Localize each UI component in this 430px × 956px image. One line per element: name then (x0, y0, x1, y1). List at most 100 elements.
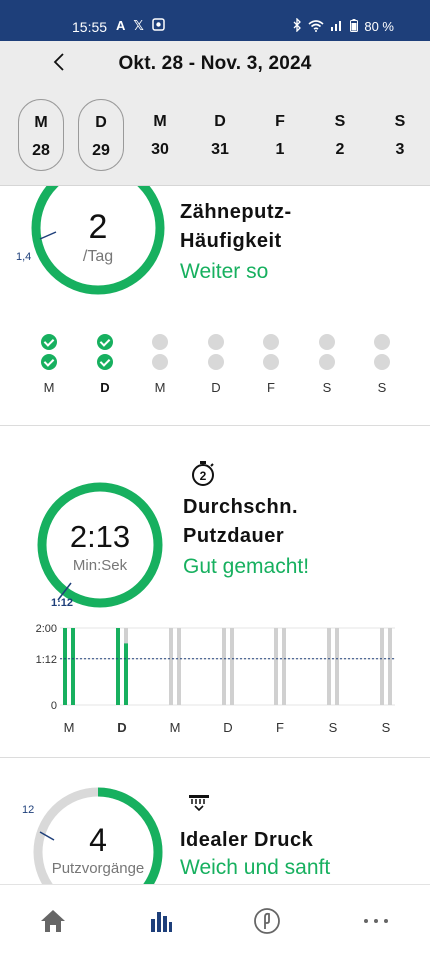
x-axis-tick-label: D (117, 720, 126, 735)
frequency-day-column (150, 334, 170, 374)
session-empty-dot (374, 354, 390, 370)
gallery-icon (152, 18, 165, 34)
day-number: 28 (32, 142, 50, 159)
day-mon[interactable]: M 28 (18, 99, 64, 171)
frequency-target-label: 1,4 (16, 251, 32, 263)
duration-card[interactable]: 2 2:13 Min:Sek 1:12 Durchschn. Putzdauer… (0, 427, 430, 758)
brush-head-icon (254, 908, 280, 934)
duration-bar-bg (388, 628, 392, 705)
home-icon (41, 910, 65, 932)
day-sat[interactable]: S 2 (317, 99, 363, 171)
stats-scroll-area[interactable]: 2 /Tag 1,4 Zähneputz- Häufigkeit Weiter … (0, 186, 430, 884)
duration-bar-bg (274, 628, 278, 705)
system-icons: 80 % (292, 17, 394, 35)
session-empty-dot (208, 354, 224, 370)
session-empty-dot (374, 334, 390, 350)
duration-title: Durchschn. Putzdauer (183, 493, 298, 551)
pressure-unit: Putzvorgänge (51, 860, 145, 877)
pressure-title: Idealer Druck (180, 829, 314, 851)
session-done-dot (97, 354, 113, 370)
nav-brush-head[interactable] (247, 903, 287, 939)
day-letter: F (275, 113, 285, 130)
day-number: 1 (275, 141, 285, 158)
session-done-dot (97, 334, 113, 350)
duration-bar-bg (335, 628, 339, 705)
x-axis-tick-label: M (64, 720, 75, 735)
brush-pressure-icon (189, 795, 209, 812)
nav-more[interactable] (356, 903, 396, 939)
session-empty-dot (263, 354, 279, 370)
duration-bar (63, 628, 67, 705)
y-axis-tick-label: 1:12 (36, 654, 57, 666)
day-letter: M (153, 113, 167, 130)
session-empty-dot (208, 334, 224, 350)
day-wed[interactable]: M 30 (137, 99, 183, 171)
frequency-value: 2 (88, 208, 108, 246)
duration-bar (124, 643, 128, 705)
duration-target-label: 1:12 (51, 597, 74, 609)
day-number: 2 (335, 141, 345, 158)
duration-bar (116, 628, 120, 705)
battery-percent: 80 % (364, 19, 394, 34)
session-empty-dot (152, 334, 168, 350)
frequency-day-label: M (43, 380, 55, 395)
duration-bar-bg (282, 628, 286, 705)
pressure-card[interactable]: 12 4 Putzvorgänge Idealer Druck Weich un… (0, 758, 430, 884)
frequency-day-column (39, 334, 59, 374)
frequency-day-column (372, 334, 392, 374)
duration-bar-bg (327, 628, 331, 705)
signal-icon (330, 19, 344, 34)
frequency-day-label: S (322, 380, 332, 395)
duration-title-line2: Putzdauer (183, 525, 285, 547)
day-number: 31 (211, 141, 229, 158)
frequency-title-line2: Häufigkeit (180, 230, 282, 252)
day-letter: S (334, 113, 346, 130)
frequency-day-label: D (100, 380, 110, 395)
day-letter: M (34, 114, 48, 131)
font-icon: A (116, 18, 126, 33)
pressure-status: Weich und sanft (180, 856, 331, 879)
pressure-target-label: 12 (22, 804, 35, 816)
session-empty-dot (152, 354, 168, 370)
y-axis-tick-label: 0 (51, 700, 57, 712)
day-fri[interactable]: F 1 (257, 99, 303, 171)
x-axis-tick-label: M (170, 720, 181, 735)
notification-icons: A 𝕏 (116, 18, 165, 34)
frequency-status: Weiter so (180, 260, 269, 283)
frequency-card[interactable]: 2 /Tag 1,4 Zähneputz- Häufigkeit Weiter … (0, 186, 430, 426)
duration-bar-bg (177, 628, 181, 705)
frequency-day-label: S (377, 380, 387, 395)
x-icon: 𝕏 (133, 18, 144, 33)
svg-text:2: 2 (200, 469, 207, 483)
session-empty-dot (263, 334, 279, 350)
more-icon (364, 919, 388, 923)
day-selector: M 28 D 29 M 30 D 31 F 1 S 2 S 3 (0, 99, 430, 171)
frequency-title-line1: Zähneputz- (180, 201, 292, 223)
day-thu[interactable]: D 31 (197, 99, 243, 171)
frequency-day-column (261, 334, 281, 374)
day-letter: D (214, 113, 226, 130)
duration-value: 2:13 (69, 519, 131, 554)
frequency-day-column (95, 334, 115, 374)
duration-bar-chart: 2:001:120M D M D F S S (36, 623, 395, 735)
day-sun[interactable]: S 3 (377, 99, 423, 171)
nav-stats[interactable] (141, 903, 181, 939)
x-axis-tick-label: S (382, 720, 391, 735)
frequency-unit: /Tag (82, 248, 114, 265)
frequency-day-column (317, 334, 337, 374)
status-bar: 15:55 A 𝕏 80 % (0, 0, 430, 41)
day-tue[interactable]: D 29 (78, 99, 124, 171)
duration-title-line1: Durchschn. (183, 496, 299, 518)
date-range-title: Okt. 28 - Nov. 3, 2024 (118, 53, 312, 74)
duration-unit: Min:Sek (72, 557, 128, 574)
session-done-dot (41, 354, 57, 370)
session-done-dot (41, 334, 57, 350)
frequency-day-label: F (267, 380, 275, 395)
y-axis-tick-label: 2:00 (36, 623, 57, 635)
wifi-icon (308, 19, 324, 35)
day-number: 29 (92, 142, 110, 159)
stopwatch-2-icon: 2 (192, 461, 214, 486)
nav-home[interactable] (33, 903, 73, 939)
day-number: 30 (151, 141, 169, 158)
frequency-title: Zähneputz- Häufigkeit (180, 198, 292, 256)
